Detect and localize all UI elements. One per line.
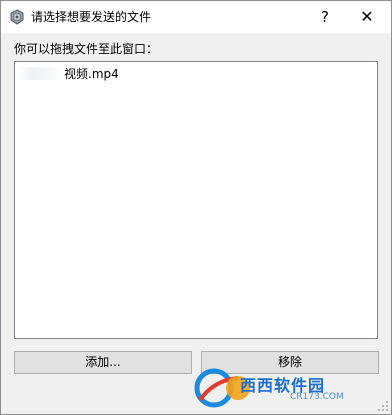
dialog-window: 请选择想要发送的文件 ? ✕ 你可以拖拽文件至此窗口： 视频.mp4 添加...… [0, 0, 392, 415]
list-item[interactable]: 视频.mp4 [18, 66, 119, 82]
close-button[interactable]: ✕ [344, 1, 390, 33]
add-button[interactable]: 添加... [14, 351, 192, 374]
drop-prompt-label: 你可以拖拽文件至此窗口： [14, 42, 159, 56]
blurred-filename-prefix [18, 67, 64, 80]
file-name: 视频.mp4 [64, 67, 119, 81]
window-title: 请选择想要发送的文件 [31, 10, 152, 24]
title-bar[interactable]: 请选择想要发送的文件 ? ✕ [1, 1, 391, 33]
file-list[interactable]: 视频.mp4 [14, 61, 378, 339]
watermark-subtext: CR173.COM [290, 392, 344, 402]
help-button[interactable]: ? [309, 1, 341, 33]
app-icon [9, 9, 25, 25]
